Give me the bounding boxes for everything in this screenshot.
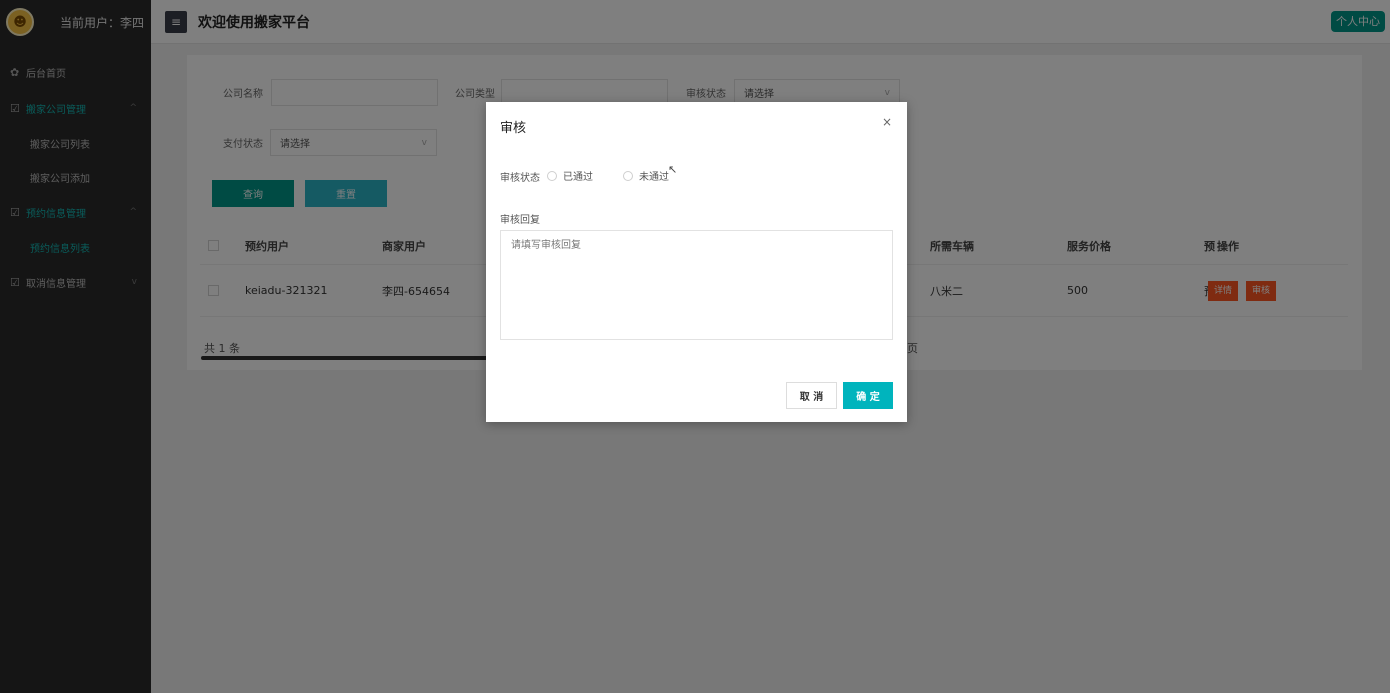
radio-approved[interactable]: 已通过 [547, 168, 593, 183]
radio-label: 未通过 [639, 172, 669, 183]
audit-reply-textarea[interactable]: 请填写审核回复 [500, 230, 893, 340]
radio-rejected[interactable]: 未通过 [623, 168, 669, 183]
cancel-button[interactable]: 取 消 [786, 382, 837, 409]
audit-reply-label: 审核回复 [500, 215, 540, 226]
radio-circle [547, 170, 557, 181]
audit-status-label: 审核状态 [500, 173, 540, 184]
radio-label: 已通过 [563, 172, 593, 183]
confirm-button[interactable]: 确 定 [843, 382, 893, 409]
modal-title: 审核 [500, 121, 527, 136]
close-icon[interactable]: × [882, 115, 892, 129]
radio-circle [623, 170, 633, 181]
mouse-cursor-icon: ↖ [668, 163, 678, 176]
audit-modal: 审核 × 审核状态 已通过 未通过 审核回复 请填写审核回复 取 消 确 定 [486, 102, 907, 422]
